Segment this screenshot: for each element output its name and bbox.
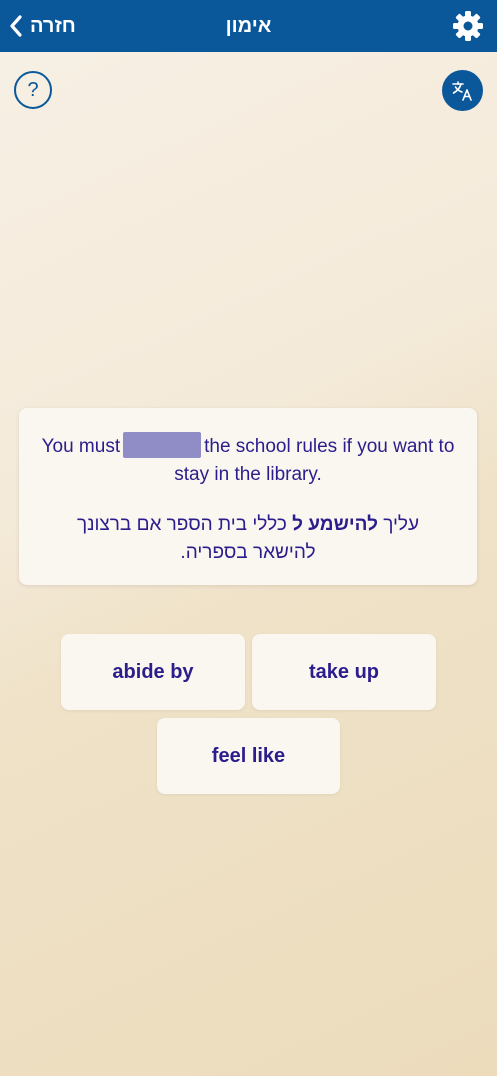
english-before: You must [41, 436, 121, 457]
answer-option-abide-by[interactable]: abide by [61, 634, 245, 710]
hebrew-highlight: להישמע ל [292, 514, 378, 535]
gear-icon [453, 11, 483, 41]
answer-blank [123, 432, 202, 458]
translate-button[interactable] [442, 70, 483, 111]
translate-icon [452, 81, 472, 101]
help-button[interactable]: ? [14, 71, 52, 109]
answer-option-feel-like[interactable]: feel like [157, 718, 340, 794]
hebrew-before: עליך [383, 514, 420, 535]
question-card: You must the school rules if you want to … [19, 408, 477, 585]
hebrew-after: כללי בית הספר אם ברצונך להישאר בספריה. [76, 514, 316, 563]
back-button[interactable]: חזרה [8, 0, 76, 52]
answer-option-take-up[interactable]: take up [252, 634, 436, 710]
english-after: the school rules if you want to stay in … [174, 436, 455, 485]
settings-button[interactable] [451, 9, 485, 43]
back-label: חזרה [30, 14, 76, 37]
hebrew-sentence: עליך להישמע ל כללי בית הספר אם ברצונך לה… [41, 511, 455, 567]
top-bar: חזרה אימון [0, 0, 497, 52]
english-sentence: You must the school rules if you want to … [41, 432, 455, 489]
chevron-left-icon [10, 15, 22, 37]
